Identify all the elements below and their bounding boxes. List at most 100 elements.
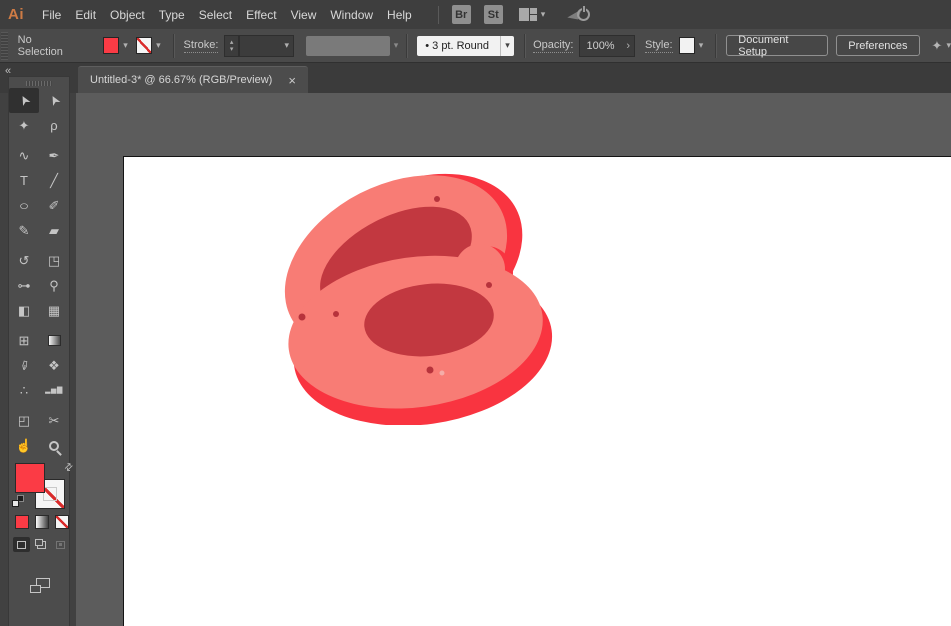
menu-effect[interactable]: Effect (246, 6, 276, 24)
eraser-tool-icon: ▰ (49, 224, 59, 237)
pen-tool[interactable]: ✒ (39, 143, 69, 168)
perspective-grid-tool[interactable]: ▦ (39, 298, 69, 323)
style-label[interactable]: Style: (645, 39, 673, 53)
stroke-color-swatch[interactable] (136, 37, 152, 54)
tools-panel: ➤➤✦ ρ ∿ ✒ T ╱○✐✎ ▰ ↺◳⊶⚲◧▦ ⊞ ✑ ❖ ∴ ▂▅▇ ◰ ✂ ☝ ⇄ (8, 76, 70, 626)
stock-button[interactable]: St (484, 5, 503, 24)
opacity-label[interactable]: Opacity: (533, 39, 573, 53)
column-graph-tool[interactable]: ▂▅▇ (39, 378, 69, 403)
brush-chevron-down-icon[interactable]: ▾ (505, 40, 510, 51)
menu-items: File Edit Object Type Select Effect View Window… (42, 6, 412, 24)
puppet-warp-tool[interactable]: ⚲ (39, 273, 69, 298)
zoom-tool[interactable] (39, 433, 69, 458)
style-chevron-down-icon[interactable]: ▾ (699, 40, 704, 51)
fill-stroke-indicator: ⇄ (9, 461, 69, 511)
opacity-arrow-icon[interactable]: › (626, 40, 630, 52)
symbol-sprayer-tool-icon: ∴ (20, 384, 28, 397)
pen-tool-icon: ✒ (49, 149, 60, 162)
mesh-tool-icon: ⊞ (19, 334, 30, 347)
menu-help[interactable]: Help (387, 6, 412, 24)
blend-tool[interactable]: ❖ (39, 353, 69, 378)
lasso-tool[interactable]: ρ (39, 113, 69, 138)
change-screen-mode-button[interactable] (30, 578, 50, 593)
stroke-width-chevron-down-icon[interactable]: ▾ (285, 40, 290, 51)
shape-builder-tool[interactable]: ◧ (9, 298, 39, 323)
stroke-chevron-down-icon[interactable]: ▾ (156, 40, 161, 51)
paintbrush-tool[interactable]: ✐ (39, 193, 69, 218)
type-tool-icon: T (20, 174, 28, 187)
menu-edit[interactable]: Edit (75, 6, 96, 24)
default-fill-stroke-icon[interactable] (12, 495, 24, 507)
column-graph-tool-icon: ▂▅▇ (45, 387, 63, 394)
stroke-width-stepper[interactable]: ▴ ▾ (224, 35, 238, 57)
tab-close-icon[interactable]: × (288, 75, 296, 86)
slice-tool-icon: ✂ (49, 414, 60, 427)
fill-color-swatch[interactable] (103, 37, 119, 54)
variable-width-profile-dropdown (306, 36, 390, 56)
artboard-tool[interactable]: ◰ (9, 408, 39, 433)
workspace-layout-icon[interactable] (519, 8, 537, 21)
divider (524, 34, 525, 58)
menu-window[interactable]: Window (330, 6, 373, 24)
line-segment-tool[interactable]: ╱ (39, 168, 69, 193)
stroke-label[interactable]: Stroke: (184, 39, 219, 53)
color-button[interactable] (15, 515, 29, 529)
gradient-button[interactable] (35, 515, 49, 529)
stroke-width-dropdown[interactable]: ▾ (239, 35, 294, 57)
document-setup-button[interactable]: Document Setup (726, 35, 828, 56)
document-tab-title: Untitled-3* @ 66.67% (RGB/Preview) (90, 74, 272, 86)
draw-behind-button[interactable] (33, 537, 50, 552)
gradient-tool-icon (48, 335, 61, 346)
brush-chevron-button[interactable]: ▾ (500, 36, 514, 56)
lasso-tool-icon: ρ (50, 119, 57, 132)
eyedropper-tool[interactable]: ✑ (9, 353, 39, 378)
menu-view[interactable]: View (291, 6, 317, 24)
eraser-tool[interactable]: ▰ (39, 218, 69, 243)
touch-workspace-chevron-down-icon[interactable]: ▾ (946, 40, 951, 51)
magic-wand-tool[interactable]: ✦ (9, 113, 39, 138)
mesh-tool[interactable]: ⊞ (9, 328, 39, 353)
gradient-tool[interactable] (39, 328, 69, 353)
opacity-field[interactable]: 100% › (579, 35, 635, 57)
preferences-button[interactable]: Preferences (836, 35, 919, 56)
curvature-tool[interactable]: ∿ (9, 143, 39, 168)
menu-select[interactable]: Select (199, 6, 232, 24)
direct-selection-tool[interactable]: ➤ (39, 88, 69, 113)
width-tool[interactable]: ⊶ (9, 273, 39, 298)
drawing-modes-row (13, 537, 69, 552)
hand-tool-icon: ☝ (16, 439, 32, 452)
panel-grip-handle[interactable] (26, 81, 52, 86)
blend-tool-icon: ❖ (48, 359, 60, 372)
style-swatch[interactable] (679, 37, 695, 54)
fill-indicator-swatch[interactable] (15, 463, 45, 493)
slice-tool[interactable]: ✂ (39, 408, 69, 433)
scale-tool[interactable]: ◳ (39, 248, 69, 273)
control-bar-grip[interactable] (1, 32, 8, 60)
divider (173, 34, 174, 58)
menu-object[interactable]: Object (110, 6, 145, 24)
hand-tool[interactable]: ☝ (9, 433, 39, 458)
selection-tool[interactable]: ➤ (9, 88, 39, 113)
stepper-up-icon[interactable]: ▴ (230, 39, 234, 46)
menu-file[interactable]: File (42, 6, 61, 24)
tools-grid: ➤➤✦ ρ ∿ ✒ T ╱○✐✎ ▰ ↺◳⊶⚲◧▦ ⊞ ✑ ❖ ∴ ▂▅▇ ◰ ✂ ☝ (9, 88, 69, 458)
brush-definition-dropdown[interactable]: • 3 pt. Round (417, 36, 500, 56)
stepper-down-icon[interactable]: ▾ (230, 46, 234, 53)
menu-bar: Ai FileEditObjectTypeSelectEffectViewWin… (0, 0, 951, 29)
ellipse-tool[interactable]: ○ (9, 193, 39, 218)
type-tool[interactable]: T (9, 168, 39, 193)
menu-type[interactable]: Type (159, 6, 185, 24)
rotate-tool[interactable]: ↺ (9, 248, 39, 273)
power-icon[interactable] (577, 8, 590, 21)
none-button[interactable] (55, 515, 69, 529)
workspace-chevron-down-icon[interactable]: ▾ (541, 9, 546, 20)
touch-workspace-icon[interactable]: ✦ (932, 38, 943, 54)
shaper-tool[interactable]: ✎ (9, 218, 39, 243)
illustrator-window: Ai FileEditObjectTypeSelectEffectViewWin… (0, 0, 951, 626)
symbol-sprayer-tool[interactable]: ∴ (9, 378, 39, 403)
fill-chevron-down-icon[interactable]: ▾ (123, 40, 128, 51)
bridge-button[interactable]: Br (452, 5, 471, 24)
lid-dot (434, 196, 440, 202)
draw-normal-button[interactable] (13, 537, 30, 552)
document-tab[interactable]: Untitled-3* @ 66.67% (RGB/Preview) × (78, 66, 308, 93)
